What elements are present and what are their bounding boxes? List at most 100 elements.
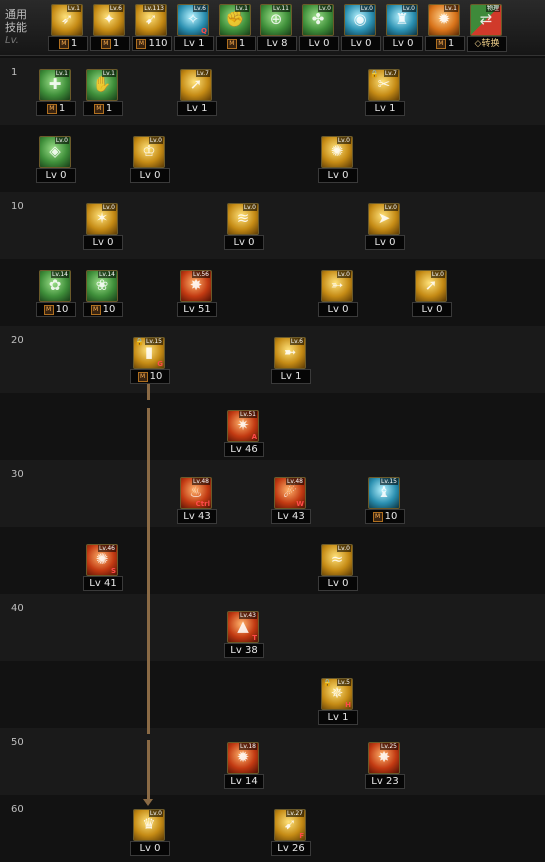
- skill-level-label: M1: [216, 36, 256, 51]
- dragon-icon[interactable]: ♨ Lv.48 Ctrl: [180, 477, 212, 509]
- storm-icon[interactable]: ✵ Lv.5 🔒 H: [321, 678, 353, 710]
- required-level-badge: Lv.6: [289, 338, 304, 345]
- skill-r1-c3[interactable]: ➚ Lv.7 Lv 1: [177, 69, 217, 117]
- skill-r8-c1[interactable]: ✺ Lv.46 S Lv 41: [83, 544, 123, 592]
- top-skill-10[interactable]: ✹ Lv.1 M 1: [425, 4, 465, 52]
- skill-r12-c2[interactable]: ➹ Lv.27 F Lv 26: [271, 809, 311, 857]
- skill-r5-c2[interactable]: ➼ Lv.6 Lv 1: [271, 337, 311, 385]
- top-skill-6[interactable]: ⊕ Lv.11 Lv 8: [257, 4, 297, 52]
- skill-r3-c3[interactable]: ➤ Lv.0 Lv 0: [365, 203, 405, 251]
- skill-r3-c1[interactable]: ✶ Lv.0 Lv 0: [83, 203, 123, 251]
- general-skills-label: 通用 技能 Lv.: [5, 8, 45, 47]
- top-skill-4[interactable]: ✧ Lv.6 Q Lv 1: [174, 4, 214, 52]
- icon-glyph: ➤: [377, 209, 391, 227]
- top-skill-8[interactable]: ◉ Lv.0 Lv 0: [341, 4, 381, 52]
- cup-icon[interactable]: ♔ Lv.0: [133, 136, 165, 168]
- skill-r1-c2[interactable]: ✋ Lv.1 M 1: [83, 69, 123, 117]
- skill-r2-c1[interactable]: ◈ Lv.0 Lv 0: [36, 136, 76, 184]
- skill-r1-c4[interactable]: ✂ Lv.7 🔒 Lv 1: [365, 69, 405, 117]
- icon-glyph: ≋: [236, 209, 250, 227]
- top-skill-11[interactable]: ⇄ 物理 ◇转换: [467, 4, 507, 52]
- boot-icon[interactable]: ✤ Lv.0: [302, 4, 334, 36]
- skill-r5-c1[interactable]: ▮ Lv.15 🔒 G M 10: [130, 337, 170, 385]
- swap-icon[interactable]: ⇄ 物理: [470, 4, 502, 36]
- inferno-icon[interactable]: ✸ Lv.25: [368, 742, 400, 774]
- skill-r2-c3[interactable]: ✺ Lv.0 Lv 0: [318, 136, 358, 184]
- skill-r4-c5[interactable]: ➚ Lv.0 Lv 0: [412, 270, 452, 318]
- tree-row-9: 40: [0, 594, 545, 661]
- burst-icon[interactable]: ✹ Lv.1: [428, 4, 460, 36]
- top-skill-9[interactable]: ♜ Lv.0 Lv 0: [383, 4, 423, 52]
- skill-r2-c2[interactable]: ♔ Lv.0 Lv 0: [130, 136, 170, 184]
- skill-r7-c1[interactable]: ♨ Lv.48 Ctrl Lv 43: [177, 477, 217, 525]
- sweep-icon[interactable]: ➳ Lv.0: [321, 270, 353, 302]
- skill-r11-c1[interactable]: ✹ Lv.18 Lv 14: [224, 742, 264, 790]
- crosshair-icon[interactable]: ⊕ Lv.11: [260, 4, 292, 36]
- skill-r1-c1[interactable]: ✚ Lv.1 M 1: [36, 69, 76, 117]
- eruption-icon[interactable]: ▲ Lv.43 T: [227, 611, 259, 643]
- lock-icon: 🔒: [370, 70, 379, 78]
- wing-icon[interactable]: ✧ Lv.6 Q: [177, 4, 209, 36]
- icon-glyph: ➚: [189, 75, 203, 93]
- skill-r3-c2[interactable]: ≋ Lv.0 Lv 0: [224, 203, 264, 251]
- kick-icon[interactable]: ✦ Lv.6: [93, 4, 125, 36]
- icon-glyph: ♝: [377, 483, 391, 501]
- multi-slash-icon[interactable]: ≋ Lv.0: [227, 203, 259, 235]
- grab-icon[interactable]: ✋ Lv.1: [86, 69, 118, 101]
- ultimate-icon[interactable]: ♛ Lv.0: [133, 809, 165, 841]
- skill-r4-c2[interactable]: ❀ Lv.14 M 10: [83, 270, 123, 318]
- fire-burst-icon[interactable]: ✷ Lv.51 A: [227, 410, 259, 442]
- skill-level-label: Lv 43: [271, 509, 311, 524]
- skill-r11-c2[interactable]: ✸ Lv.25 Lv 23: [365, 742, 405, 790]
- skill-r8-c2[interactable]: ≈ Lv.0 Lv 0: [318, 544, 358, 592]
- spark-strike-icon[interactable]: ✶ Lv.0: [86, 203, 118, 235]
- nova-icon[interactable]: ✺ Lv.46 S: [86, 544, 118, 576]
- thrust-icon[interactable]: ➚ Lv.0: [415, 270, 447, 302]
- skill-r4-c1[interactable]: ✿ Lv.14 M 10: [36, 270, 76, 318]
- leaf-icon[interactable]: ❀ Lv.14: [86, 270, 118, 302]
- top-skill-1[interactable]: ➶ Lv.1 M 1: [48, 4, 88, 52]
- guard-icon[interactable]: ◈ Lv.0: [39, 136, 71, 168]
- dash-icon[interactable]: ➶ Lv.1: [51, 4, 83, 36]
- skill-level-value: Lv 0: [327, 578, 349, 589]
- spear-icon[interactable]: ➹ Lv.113: [135, 4, 167, 36]
- skill-r7-c3[interactable]: ♝ Lv.15 M 10: [365, 477, 405, 525]
- skill-r7-c2[interactable]: ☄ Lv.48 W Lv 43: [271, 477, 311, 525]
- blaze-icon[interactable]: ✹ Lv.18: [227, 742, 259, 774]
- meteor-icon[interactable]: ☄ Lv.48 W: [274, 477, 306, 509]
- arrow-rush-icon[interactable]: ➤ Lv.0: [368, 203, 400, 235]
- top-skill-7[interactable]: ✤ Lv.0 Lv 0: [299, 4, 339, 52]
- skill-r6-c1[interactable]: ✷ Lv.51 A Lv 46: [224, 410, 264, 458]
- skill-r4-c4[interactable]: ➳ Lv.0 Lv 0: [318, 270, 358, 318]
- pillar-icon[interactable]: ▮ Lv.15 🔒 G: [133, 337, 165, 369]
- flame-aura-icon[interactable]: ✿ Lv.14: [39, 270, 71, 302]
- skill-r9-c1[interactable]: ▲ Lv.43 T Lv 38: [224, 611, 264, 659]
- slash-icon[interactable]: ✂ Lv.7 🔒: [368, 69, 400, 101]
- top-skill-2[interactable]: ✦ Lv.6 M 1: [90, 4, 130, 52]
- top-skill-5[interactable]: ✊ Lv.1 M 1: [216, 4, 256, 52]
- gear-icon[interactable]: ✺ Lv.0: [321, 136, 353, 168]
- shield-bash-icon[interactable]: ✚ Lv.1: [39, 69, 71, 101]
- skill-r4-c3[interactable]: ✸ Lv.56 Lv 51: [177, 270, 217, 318]
- required-level-badge: Lv.25: [380, 743, 398, 750]
- eye-icon[interactable]: ◉ Lv.0: [344, 4, 376, 36]
- required-level-badge: Lv.6: [192, 5, 207, 12]
- explosion-icon[interactable]: ✸ Lv.56: [180, 270, 212, 302]
- skill-level-label: ◇转换: [467, 36, 507, 52]
- row-label-20: 20: [11, 335, 24, 346]
- skill-r12-c1[interactable]: ♛ Lv.0 Lv 0: [130, 809, 170, 857]
- spirit-icon[interactable]: ♝ Lv.15: [368, 477, 400, 509]
- skill-level-label: Lv 0: [130, 841, 170, 856]
- wave-icon[interactable]: ≈ Lv.0: [321, 544, 353, 576]
- top-skill-3[interactable]: ➹ Lv.113 M 110: [132, 4, 172, 52]
- icon-glyph: ◈: [49, 142, 61, 160]
- figure-icon[interactable]: ♜ Lv.0: [386, 4, 418, 36]
- skill-level-value: Lv 8: [266, 38, 288, 49]
- finisher-icon[interactable]: ➹ Lv.27 F: [274, 809, 306, 841]
- arm-icon[interactable]: ✊ Lv.1: [219, 4, 251, 36]
- required-level-badge: Lv.0: [317, 5, 332, 12]
- skill-r10-c1[interactable]: ✵ Lv.5 🔒 H Lv 1: [318, 678, 358, 726]
- skill-level-value: Lv 0: [92, 237, 114, 248]
- jump-strike-icon[interactable]: ➚ Lv.7: [180, 69, 212, 101]
- lunge-icon[interactable]: ➼ Lv.6: [274, 337, 306, 369]
